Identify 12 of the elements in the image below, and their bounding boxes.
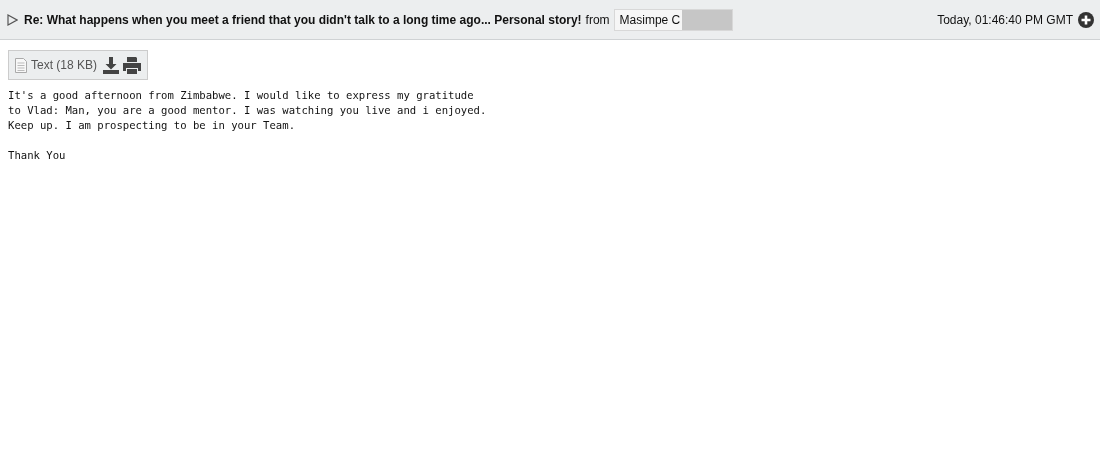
sender-field: Masimpe C bbox=[613, 8, 734, 31]
add-icon[interactable] bbox=[1078, 11, 1094, 28]
attachment-link[interactable]: Text (18 KB) bbox=[31, 58, 98, 72]
document-icon bbox=[15, 57, 27, 73]
message-subject: Re: What happens when you meet a friend that you didn't talk to a long time ago... Personal story! bbox=[24, 12, 582, 27]
download-icon[interactable] bbox=[103, 56, 120, 74]
message-time: Today, 01:46:40 PM GMT bbox=[937, 12, 1073, 27]
message-paragraph: It's a good afternoon from Zimbabwe. I would like to express my gratitude to Vlad: Man, you are a good mentor. I was watching you live and i enjoyed. Keep up. I am prospecting to be in your Team. bbox=[8, 88, 488, 133]
expand-icon[interactable] bbox=[7, 13, 18, 26]
message-paragraph: Thank You bbox=[8, 148, 67, 163]
from-label: from bbox=[585, 12, 610, 27]
print-icon[interactable] bbox=[123, 56, 142, 74]
